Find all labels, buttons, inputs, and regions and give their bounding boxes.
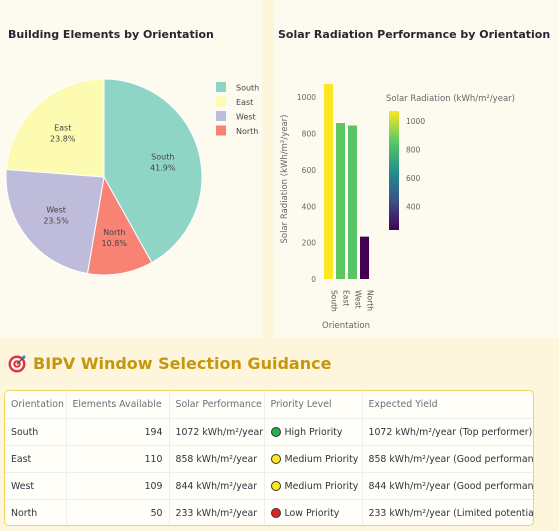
column-header-priority[interactable]: Priority Level (264, 391, 363, 419)
cell-priority: High Priority (264, 418, 363, 446)
y-tick-label: 600 (302, 166, 317, 175)
pie-chart: South 41.9% North 10.8% West 23.5% East 23.8% So… (5, 78, 259, 276)
guidance-heading: BIPV Window Selection Guidance (8, 354, 331, 373)
pie-slice-percent: 41.9% (150, 164, 176, 173)
bar-east[interactable] (336, 123, 345, 279)
column-header-yield[interactable]: Expected Yield (362, 391, 533, 419)
cell-yield: 233 kWh/m²/year (Limited potential) (362, 499, 533, 525)
table-row[interactable]: North 50 233 kWh/m²/year Low Priority 233 kW… (5, 499, 533, 525)
legend-item-east[interactable]: East (216, 96, 253, 108)
bar-chart-panel: Solar Radiation Performance by Orientati… (274, 0, 559, 338)
cell-orientation: South (5, 418, 67, 446)
cell-performance: 844 kWh/m²/year (169, 472, 265, 500)
cell-priority: Medium Priority (264, 472, 363, 500)
y-tick-label: 800 (302, 130, 317, 139)
column-header-performance[interactable]: Solar Performance (169, 391, 265, 419)
cell-performance: 858 kWh/m²/year (169, 445, 265, 473)
column-header-orientation[interactable]: Orientation (5, 391, 67, 419)
table-header-row: Orientation Elements Available Solar Per… (5, 391, 533, 419)
colorbar-title: Solar Radiation (kWh/m²/year) (386, 94, 515, 104)
guidance-table[interactable]: Orientation Elements Available Solar Per… (4, 390, 534, 526)
x-tick-label: South (330, 290, 339, 312)
cell-yield: 858 kWh/m²/year (Good performance) (362, 445, 533, 473)
colorbar (389, 111, 399, 230)
pie-slice-name: East (54, 123, 71, 132)
priority-dot-icon (270, 508, 281, 518)
legend-swatch (216, 125, 226, 136)
cell-yield: 844 kWh/m²/year (Good performance) (362, 472, 533, 500)
x-axis-title: Orientation (322, 321, 370, 331)
legend-swatch (216, 82, 226, 92)
cell-orientation: West (5, 472, 67, 500)
column-header-elements[interactable]: Elements Available (66, 391, 170, 419)
priority-dot-icon (270, 481, 281, 491)
cell-elements: 194 (66, 418, 170, 446)
legend-label: South (236, 84, 259, 93)
priority-label: Medium Priority (284, 480, 359, 492)
colorbar-tick-label: 1000 (406, 117, 425, 126)
legend-swatch (216, 111, 226, 121)
table-row[interactable]: West 109 844 kWh/m²/year Medium Priority 844… (5, 472, 533, 500)
cell-elements: 50 (66, 499, 170, 525)
y-tick-label: 200 (302, 239, 317, 248)
pie-slice-name: South (151, 153, 174, 162)
pie-chart-panel: Building Elements by Orientation South 41… (0, 0, 262, 338)
legend-label: East (236, 98, 253, 107)
y-axis-title: Solar Radiation (kWh/m²/year) (280, 115, 290, 244)
legend-swatch (216, 96, 226, 107)
legend-item-north[interactable]: North (216, 125, 258, 137)
bar-north[interactable] (360, 236, 369, 279)
pie-slice-percent: 23.8% (50, 134, 76, 143)
cell-elements: 110 (66, 445, 170, 473)
y-tick-label: 0 (311, 275, 316, 284)
bar-chart: 1000 800 600 400 200 0 South East West North Solar… (280, 84, 515, 331)
x-tick-label: West (354, 290, 363, 308)
priority-dot-icon (270, 454, 281, 464)
legend-item-west[interactable]: West (216, 111, 256, 122)
bar-west[interactable] (348, 125, 357, 279)
y-tick-label: 1000 (297, 93, 316, 102)
priority-label: High Priority (284, 426, 343, 438)
pie-slice-percent: 10.8% (102, 239, 128, 248)
cell-orientation: East (5, 445, 67, 473)
legend-label: West (236, 113, 256, 122)
priority-dot-icon (270, 427, 281, 437)
guidance-title: BIPV Window Selection Guidance (33, 354, 332, 373)
cell-elements: 109 (66, 472, 170, 500)
pie-slice-name: West (46, 205, 66, 214)
cell-orientation: North (5, 499, 67, 525)
cell-performance: 1072 kWh/m²/year (169, 418, 265, 446)
legend-label: North (236, 127, 258, 136)
cell-performance: 233 kWh/m²/year (169, 499, 265, 525)
colorbar-tick-label: 800 (406, 146, 421, 155)
legend-item-south[interactable]: South (216, 82, 259, 93)
y-tick-label: 400 (302, 202, 317, 211)
target-icon (8, 355, 26, 373)
colorbar-tick-label: 600 (406, 174, 421, 183)
x-tick-label: North (366, 290, 375, 311)
priority-label: Medium Priority (284, 453, 359, 465)
cell-yield: 1072 kWh/m²/year (Top performer) (362, 418, 533, 446)
cell-priority: Medium Priority (264, 445, 363, 473)
priority-label: Low Priority (284, 507, 340, 519)
x-tick-label: East (342, 290, 351, 306)
pie-slice-name: North (103, 228, 125, 237)
cell-priority: Low Priority (264, 499, 363, 525)
colorbar-tick-label: 400 (406, 202, 421, 211)
table-row[interactable]: South 194 1072 kWh/m²/year High Priority 107… (5, 418, 533, 446)
pie-slice-percent: 23.5% (43, 216, 69, 225)
table-row[interactable]: East 110 858 kWh/m²/year Medium Priority 858… (5, 445, 533, 473)
bar-south[interactable] (324, 84, 333, 279)
